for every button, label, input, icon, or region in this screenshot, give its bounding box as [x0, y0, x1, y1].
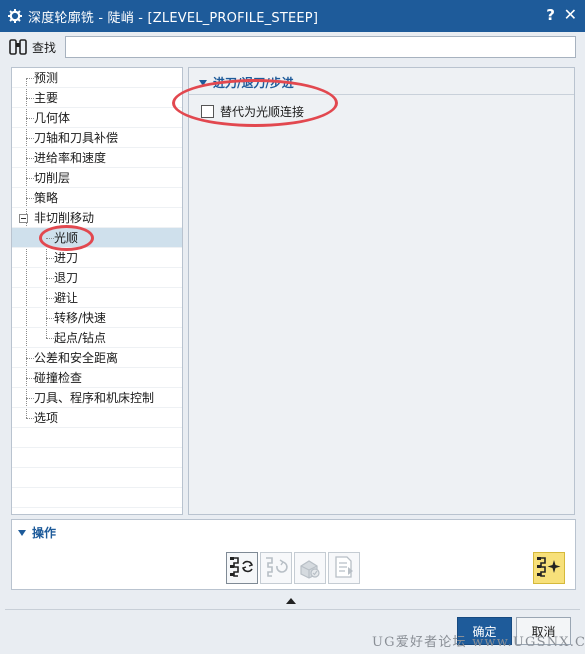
- replay-icon: [263, 554, 289, 583]
- tree-item-选项[interactable]: 选项: [12, 408, 182, 428]
- tree-item-起点钻点[interactable]: 起点/钻点: [12, 328, 182, 348]
- tree-item-进给率和速度[interactable]: 进给率和速度: [12, 148, 182, 168]
- tree-item-碰撞检查[interactable]: 碰撞检查: [12, 368, 182, 388]
- collapse-icon[interactable]: [19, 214, 28, 223]
- content-panel: 进刀/退刀/步进 替代为光顺连接: [188, 67, 575, 515]
- group-header[interactable]: 进刀/退刀/步进: [199, 74, 294, 91]
- tree-item-切削层[interactable]: 切削层: [12, 168, 182, 188]
- verify-button[interactable]: [294, 552, 326, 584]
- expand-triangle-icon: [18, 529, 26, 536]
- list-icon: [331, 554, 357, 583]
- tree-item-预测[interactable]: 预测: [12, 68, 182, 88]
- tree-item-非切削移动[interactable]: 非切削移动: [12, 208, 182, 228]
- tree-item-转移快速[interactable]: 转移/快速: [12, 308, 182, 328]
- operations-panel: 操作: [11, 519, 576, 590]
- divider: [189, 94, 574, 95]
- tree-item-退刀[interactable]: 退刀: [12, 268, 182, 288]
- collapse-arrow-icon[interactable]: [286, 598, 296, 604]
- tree-item-公差和安全距离[interactable]: 公差和安全距离: [12, 348, 182, 368]
- window-title: 深度轮廓铣 - 陡峭 - [ZLEVEL_PROFILE_STEEP]: [28, 10, 319, 26]
- navigation-tree: 预测 主要 几何体 刀轴和刀具补偿 进给率和速度 切削层 策略 非切削移动 光顺…: [11, 67, 183, 515]
- operations-header[interactable]: 操作: [18, 524, 56, 541]
- tree-item-主要[interactable]: 主要: [12, 88, 182, 108]
- search-label: 查找: [32, 40, 57, 55]
- ai-toolpath-icon: [536, 554, 562, 583]
- list-button[interactable]: [328, 552, 360, 584]
- smooth-connect-label: 替代为光顺连接: [220, 105, 305, 119]
- verify-icon: [297, 554, 323, 583]
- binoculars-icon: [8, 37, 30, 57]
- smooth-connect-checkbox[interactable]: [201, 105, 214, 118]
- divider: [5, 609, 580, 610]
- search-input[interactable]: [65, 36, 576, 58]
- tree-item-光顺[interactable]: 光顺: [12, 228, 182, 248]
- operations-title: 操作: [32, 526, 57, 540]
- smooth-connect-option[interactable]: 替代为光顺连接: [201, 103, 304, 120]
- gear-icon: [6, 7, 24, 25]
- tree-item-刀轴和刀具补偿[interactable]: 刀轴和刀具补偿: [12, 128, 182, 148]
- tree-item-几何体[interactable]: 几何体: [12, 108, 182, 128]
- tree-item-策略[interactable]: 策略: [12, 188, 182, 208]
- tree-empty-row: [12, 448, 182, 468]
- help-button[interactable]: ?: [546, 6, 555, 24]
- tree-item-进刀[interactable]: 进刀: [12, 248, 182, 268]
- title-bar: 深度轮廓铣 - 陡峭 - [ZLEVEL_PROFILE_STEEP] ? ✕: [0, 0, 585, 32]
- tree-item-刀具程序和机床控制[interactable]: 刀具、程序和机床控制: [12, 388, 182, 408]
- tree-empty-row: [12, 468, 182, 488]
- group-title: 进刀/退刀/步进: [213, 76, 294, 90]
- tree-empty-row: [12, 428, 182, 448]
- tree-item-避让[interactable]: 避让: [12, 288, 182, 308]
- tree-empty-row: [12, 488, 182, 508]
- search-row: 查找: [0, 32, 585, 62]
- generate-button[interactable]: [226, 552, 258, 584]
- ai-toolpath-button[interactable]: [533, 552, 565, 584]
- close-button[interactable]: ✕: [564, 5, 577, 24]
- watermark: UG爱好者论坛 www.UGSNX.COM: [372, 635, 585, 650]
- replay-button[interactable]: [260, 552, 292, 584]
- generate-icon: [229, 554, 255, 583]
- expand-triangle-icon: [199, 79, 207, 86]
